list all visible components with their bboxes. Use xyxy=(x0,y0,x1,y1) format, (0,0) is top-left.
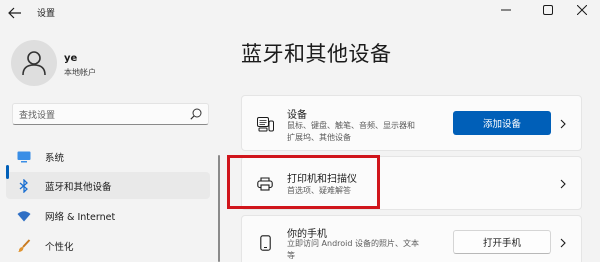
devices-card[interactable]: 设备 鼠标、键盘、触笔、音频、显示器和 扩展坞、其他设备 添加设备 xyxy=(241,95,582,151)
sidebar-item-system[interactable]: 系统 xyxy=(6,143,210,170)
chevron-right-icon xyxy=(560,179,566,189)
add-device-button[interactable]: 添加设备 xyxy=(453,111,551,135)
sidebar-item-label: 个性化 xyxy=(45,241,74,253)
system-monitor-icon xyxy=(16,149,32,165)
maximize-icon xyxy=(543,5,553,15)
sidebar-item-personalization[interactable]: 个性化 xyxy=(6,232,210,259)
minimize-button[interactable] xyxy=(494,2,518,18)
wifi-icon xyxy=(16,208,32,224)
sidebar-scrollbar[interactable] xyxy=(218,155,220,262)
close-icon xyxy=(577,5,587,15)
devices-icon xyxy=(256,115,274,133)
sidebar-item-bluetooth[interactable]: 蓝牙和其他设备 xyxy=(6,172,210,199)
bluetooth-icon xyxy=(16,178,32,194)
devices-title: 设备 xyxy=(287,110,307,121)
your-phone-description-line1: 立即访问 Android 设备的照片、文本 xyxy=(287,239,420,248)
sidebar-item-label: 网络 & Internet xyxy=(45,211,116,223)
chevron-right-icon xyxy=(560,119,566,129)
sidebar-item-label: 系统 xyxy=(45,152,65,164)
your-phone-description-line2: 等 xyxy=(287,251,295,260)
maximize-button[interactable] xyxy=(536,2,560,18)
search-placeholder: 查找设置 xyxy=(19,110,56,121)
user-account-type: 本地帐户 xyxy=(64,68,96,77)
search-input[interactable]: 查找设置 xyxy=(12,103,209,125)
open-phone-button[interactable]: 打开手机 xyxy=(453,230,551,254)
person-icon xyxy=(22,51,46,76)
search-icon xyxy=(190,108,202,120)
back-arrow-icon xyxy=(8,7,21,19)
your-phone-card[interactable]: 你的手机 立即访问 Android 设备的照片、文本 等 打开手机 xyxy=(241,215,582,262)
paintbrush-icon xyxy=(16,238,32,254)
avatar[interactable] xyxy=(11,40,57,86)
devices-description-line2: 扩展坞、其他设备 xyxy=(287,133,351,142)
sidebar: ye 本地帐户 查找设置 系统 蓝牙和其他设备 网络 & Internet 个性… xyxy=(0,22,222,262)
chevron-right-icon xyxy=(560,238,566,248)
page-title: 蓝牙和其他设备 xyxy=(241,42,392,66)
back-button[interactable] xyxy=(8,4,24,19)
close-button[interactable] xyxy=(570,2,594,18)
annotation-highlight-box xyxy=(227,155,380,209)
devices-description-line1: 鼠标、键盘、触笔、音频、显示器和 xyxy=(287,121,415,130)
title-bar: 设置 xyxy=(0,0,600,22)
sidebar-item-network[interactable]: 网络 & Internet xyxy=(6,202,210,229)
app-title: 设置 xyxy=(37,9,56,19)
active-nav-indicator xyxy=(6,165,9,179)
minimize-icon xyxy=(501,9,511,11)
sidebar-item-label: 蓝牙和其他设备 xyxy=(45,181,112,193)
phone-icon xyxy=(256,234,274,252)
user-name: ye xyxy=(64,53,78,64)
